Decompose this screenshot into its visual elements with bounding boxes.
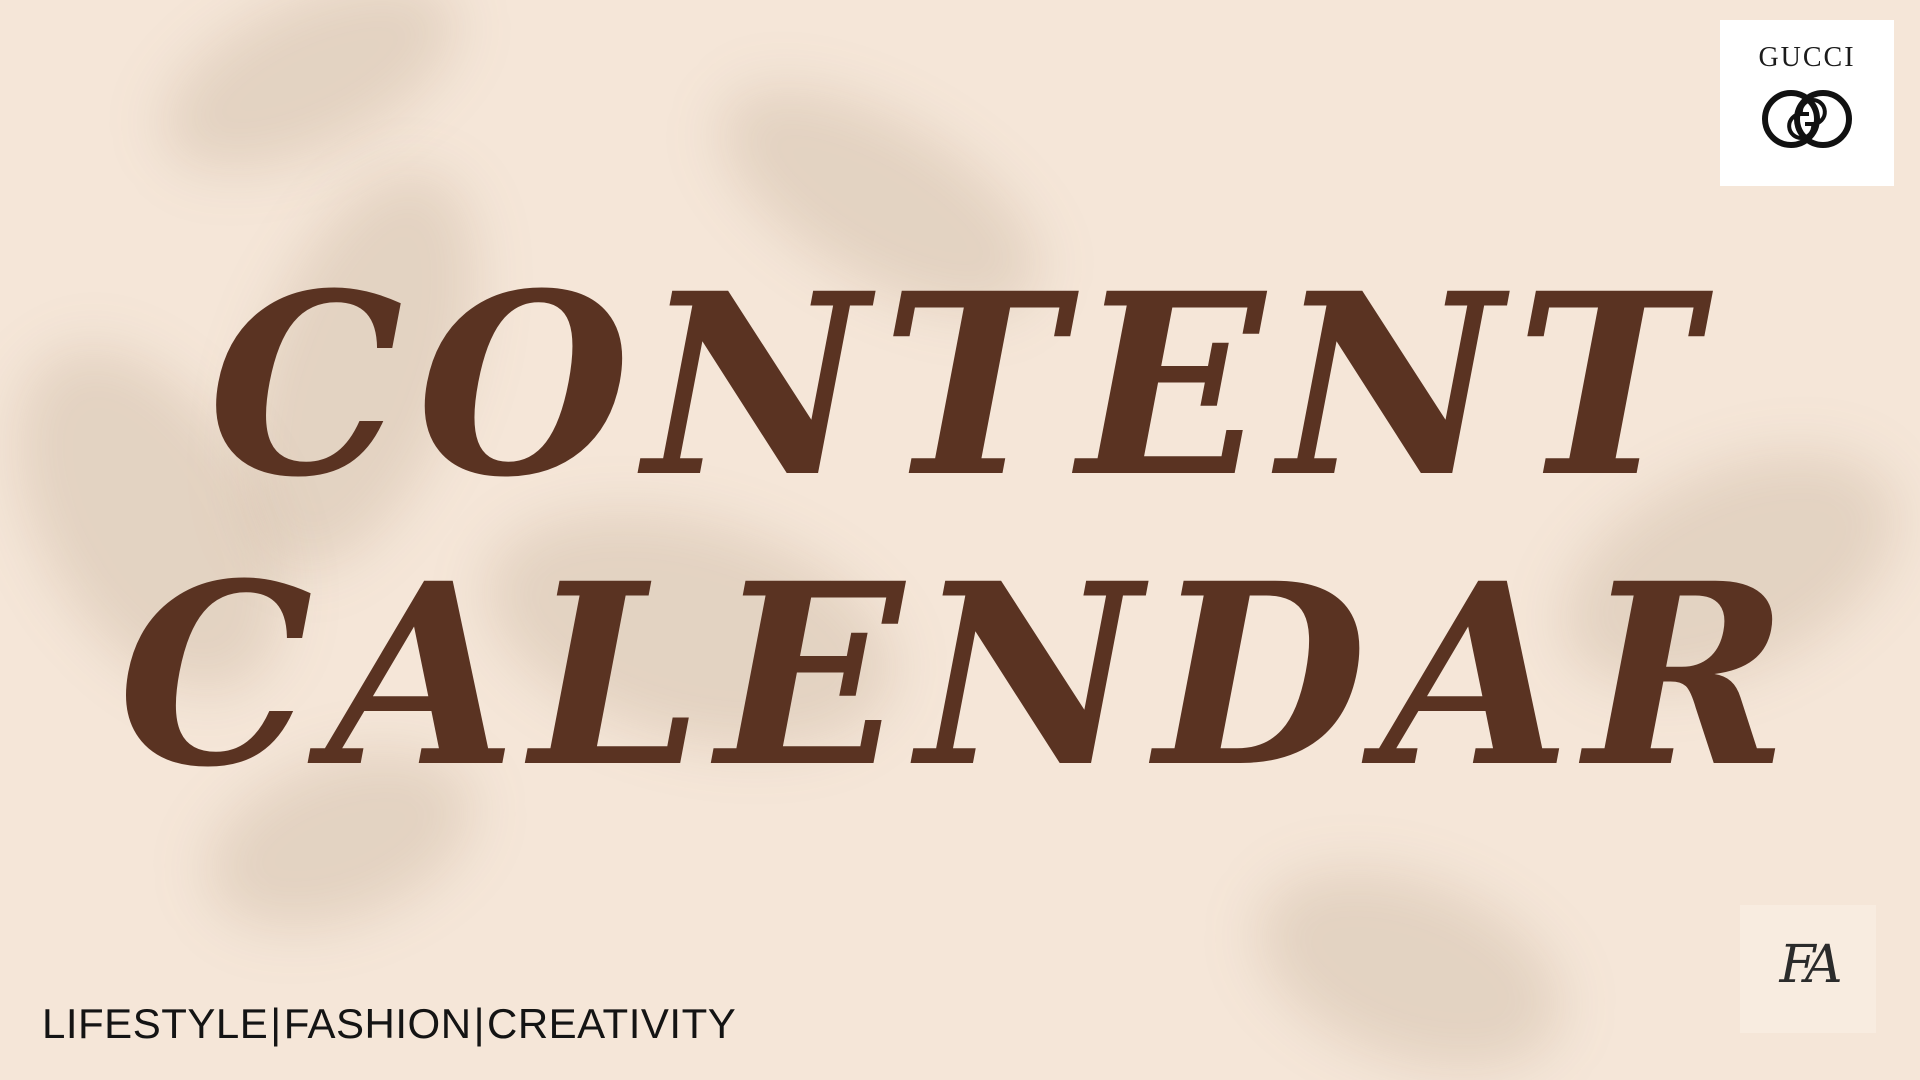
monogram-logo: FA	[1740, 905, 1876, 1033]
leaf-shadow	[1228, 830, 1592, 1080]
page-title: CONTENT CALENDAR	[19, 240, 1901, 820]
tagline: LIFESTYLE|FASHION|CREATIVITY	[42, 1000, 736, 1048]
slide: CONTENT CALENDAR LIFESTYLE|FASHION|CREAT…	[0, 0, 1920, 1080]
title-line-2: CALENDAR	[118, 528, 1802, 822]
monogram-text: FA	[1779, 935, 1842, 995]
tagline-item-fashion: FASHION	[283, 1000, 472, 1047]
tagline-separator: |	[473, 1000, 485, 1047]
tagline-item-creativity: CREATIVITY	[486, 1000, 737, 1047]
brand-name: GUCCI	[1758, 42, 1856, 73]
title-line-1: CONTENT	[208, 238, 1712, 532]
brand-logo-box: GUCCI	[1720, 20, 1894, 186]
double-g-logo-icon	[1762, 90, 1852, 148]
tagline-separator: |	[270, 1000, 282, 1047]
tagline-item-lifestyle: LIFESTYLE	[42, 1000, 269, 1047]
